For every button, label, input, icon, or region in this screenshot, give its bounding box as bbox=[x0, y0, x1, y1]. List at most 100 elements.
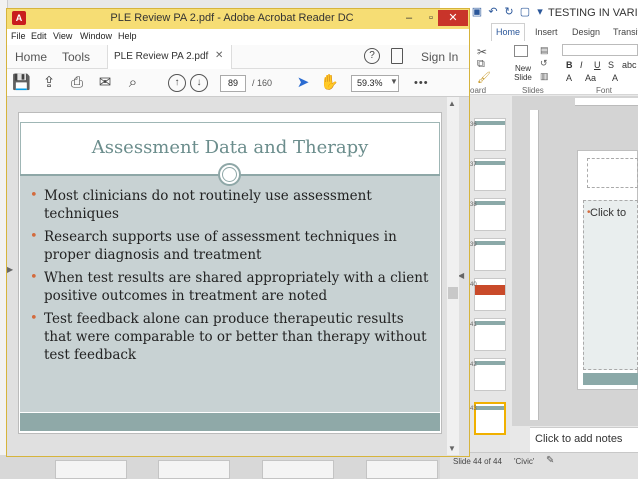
ppt-group-slides: Slides bbox=[522, 86, 544, 95]
ppt-thumbnail[interactable] bbox=[474, 238, 506, 271]
ppt-body-placeholder[interactable] bbox=[583, 200, 638, 370]
ppt-tab-insert[interactable]: Insert bbox=[535, 27, 558, 37]
ppt-status-slide-count: Slide 44 of 44 bbox=[453, 457, 502, 466]
vertical-scrollbar[interactable] bbox=[447, 97, 459, 455]
ppt-tab-home[interactable]: Home bbox=[491, 23, 525, 41]
ppt-new-slide-label[interactable]: New Slide bbox=[511, 64, 535, 82]
ppt-thumb-number: 37 bbox=[470, 162, 477, 168]
ppt-thumbnail[interactable] bbox=[474, 198, 506, 231]
tools-tab[interactable]: Tools bbox=[62, 50, 90, 64]
background-card bbox=[366, 460, 438, 479]
ppt-title-placeholder[interactable] bbox=[587, 158, 638, 188]
menu-view[interactable]: View bbox=[53, 31, 72, 41]
ppt-thumbnail-selected[interactable] bbox=[474, 402, 506, 435]
search-icon[interactable]: ⌕ bbox=[124, 74, 142, 92]
ppt-section-icon[interactable]: ▥ bbox=[540, 71, 549, 82]
ppt-reset-icon[interactable]: ↺ bbox=[540, 58, 548, 69]
print-icon[interactable]: ⎙ bbox=[68, 74, 86, 92]
close-button[interactable]: ✕ bbox=[438, 10, 468, 26]
menu-window[interactable]: Window bbox=[80, 31, 112, 41]
ppt-change-case-icon[interactable]: Aa bbox=[585, 73, 596, 83]
ppt-underline-icon[interactable]: U bbox=[594, 60, 601, 70]
ppt-thumbnail[interactable] bbox=[474, 318, 506, 351]
ppt-new-slide-icon[interactable] bbox=[514, 45, 528, 57]
document-tab-label[interactable]: PLE Review PA 2.pdf bbox=[114, 51, 208, 62]
background-card bbox=[55, 460, 127, 479]
mobile-link-icon[interactable] bbox=[391, 48, 403, 64]
menu-help[interactable]: Help bbox=[118, 31, 137, 41]
left-panel-toggle-icon[interactable]: ▶ bbox=[7, 265, 13, 274]
page-total: / 160 bbox=[252, 78, 273, 88]
hand-icon[interactable]: ✋ bbox=[320, 74, 339, 92]
ppt-tab-design[interactable]: Design bbox=[572, 27, 600, 37]
scroll-up-icon[interactable]: ▲ bbox=[448, 99, 456, 108]
scrollbar-thumb[interactable] bbox=[448, 287, 458, 299]
ppt-font-color-icon[interactable]: A bbox=[566, 73, 572, 83]
upload-icon[interactable]: ⇪ bbox=[40, 74, 58, 92]
page-number-input[interactable]: 89 bbox=[220, 75, 246, 92]
ppt-undo-icon[interactable]: ↶ bbox=[486, 5, 500, 19]
ppt-thumb-number: 39 bbox=[470, 242, 477, 248]
ppt-body-placeholder-text: Click to bbox=[590, 207, 627, 219]
ppt-cut-icon[interactable]: ✂ bbox=[477, 45, 487, 59]
ppt-font-box[interactable] bbox=[562, 44, 638, 56]
slide-bullet-text: Research supports use of assessment tech… bbox=[44, 229, 397, 263]
slide-bullet: • When test results are shared appropriat… bbox=[30, 269, 430, 305]
bullet-icon: • bbox=[30, 229, 38, 244]
ppt-format-painter-icon[interactable]: 🖌 bbox=[477, 71, 491, 84]
ppt-italic-icon[interactable]: I bbox=[580, 60, 583, 70]
ppt-group-clipboard: oard bbox=[470, 86, 487, 95]
slide-bullet-text: Test feedback alone can produce therapeu… bbox=[44, 311, 427, 363]
slide-ornament-inner bbox=[222, 167, 237, 182]
more-tools-icon[interactable]: ••• bbox=[414, 77, 429, 89]
ppt-thumb-number: 41 bbox=[470, 322, 477, 328]
slide-bottom-band bbox=[20, 413, 440, 431]
ppt-bold-icon[interactable]: B bbox=[566, 60, 573, 70]
chevron-down-icon[interactable]: ▼ bbox=[390, 77, 398, 86]
sign-in-button[interactable]: Sign In bbox=[421, 50, 458, 64]
save-icon[interactable]: 💾 bbox=[12, 74, 31, 92]
ppt-thumbnail[interactable] bbox=[474, 118, 506, 151]
ppt-slide-band bbox=[583, 373, 638, 385]
ppt-shadow-icon[interactable]: S bbox=[608, 60, 614, 70]
next-page-icon[interactable]: ↓ bbox=[190, 74, 208, 92]
ppt-strike-icon[interactable]: abc bbox=[622, 60, 637, 70]
ppt-thumbnail[interactable] bbox=[474, 278, 506, 311]
prev-page-icon[interactable]: ↑ bbox=[168, 74, 186, 92]
minimize-button[interactable]: – bbox=[398, 10, 420, 26]
ppt-ruler-horizontal bbox=[575, 98, 638, 106]
ppt-layout-icon[interactable]: ▤ bbox=[540, 45, 549, 56]
bullet-icon: • bbox=[30, 188, 38, 203]
acrobat-window-title: PLE Review PA 2.pdf - Adobe Acrobat Read… bbox=[110, 12, 354, 24]
ppt-spellcheck-icon[interactable]: ✎ bbox=[546, 455, 554, 466]
slide-bullet: • Research supports use of assessment tec… bbox=[30, 228, 430, 264]
menu-edit[interactable]: Edit bbox=[31, 31, 47, 41]
ppt-customize-icon[interactable]: ▾ bbox=[533, 5, 547, 19]
bullet-icon: • bbox=[30, 270, 38, 285]
ppt-thumbnail[interactable] bbox=[474, 158, 506, 191]
ppt-thumbnail[interactable] bbox=[474, 358, 506, 391]
email-icon[interactable]: ✉ bbox=[96, 74, 114, 92]
ppt-thumb-number: 38 bbox=[470, 202, 477, 208]
acrobat-menubar bbox=[7, 29, 469, 45]
document-tab-close-icon[interactable]: ✕ bbox=[215, 50, 223, 61]
ppt-font-color-2-icon[interactable]: A bbox=[612, 73, 618, 83]
background-card bbox=[262, 460, 334, 479]
menu-file[interactable]: File bbox=[11, 31, 26, 41]
background-card bbox=[158, 460, 230, 479]
select-cursor-icon[interactable]: ➤ bbox=[294, 74, 312, 92]
ppt-save-icon[interactable]: ▣ bbox=[470, 5, 484, 19]
help-icon[interactable]: ? bbox=[364, 48, 380, 64]
ppt-tab-transitions[interactable]: Transit bbox=[613, 27, 638, 37]
ppt-redo-icon[interactable]: ↻ bbox=[502, 5, 516, 19]
slide-bullet: • Test feedback alone can produce therape… bbox=[30, 310, 430, 364]
ppt-thumb-number: 36 bbox=[470, 122, 477, 128]
home-tab[interactable]: Home bbox=[15, 50, 47, 64]
ppt-slideshow-icon[interactable]: ▢ bbox=[518, 5, 532, 19]
slide-bullet-text: Most clinicians do not routinely use ass… bbox=[44, 188, 372, 222]
scroll-down-icon[interactable]: ▼ bbox=[448, 444, 456, 453]
ppt-copy-icon[interactable]: ⧉ bbox=[477, 58, 485, 71]
ppt-window-title: TESTING IN VARIOU bbox=[548, 7, 638, 19]
ppt-notes-placeholder[interactable]: Click to add notes bbox=[535, 433, 622, 445]
slide-title: Assessment Data and Therapy bbox=[91, 137, 369, 158]
